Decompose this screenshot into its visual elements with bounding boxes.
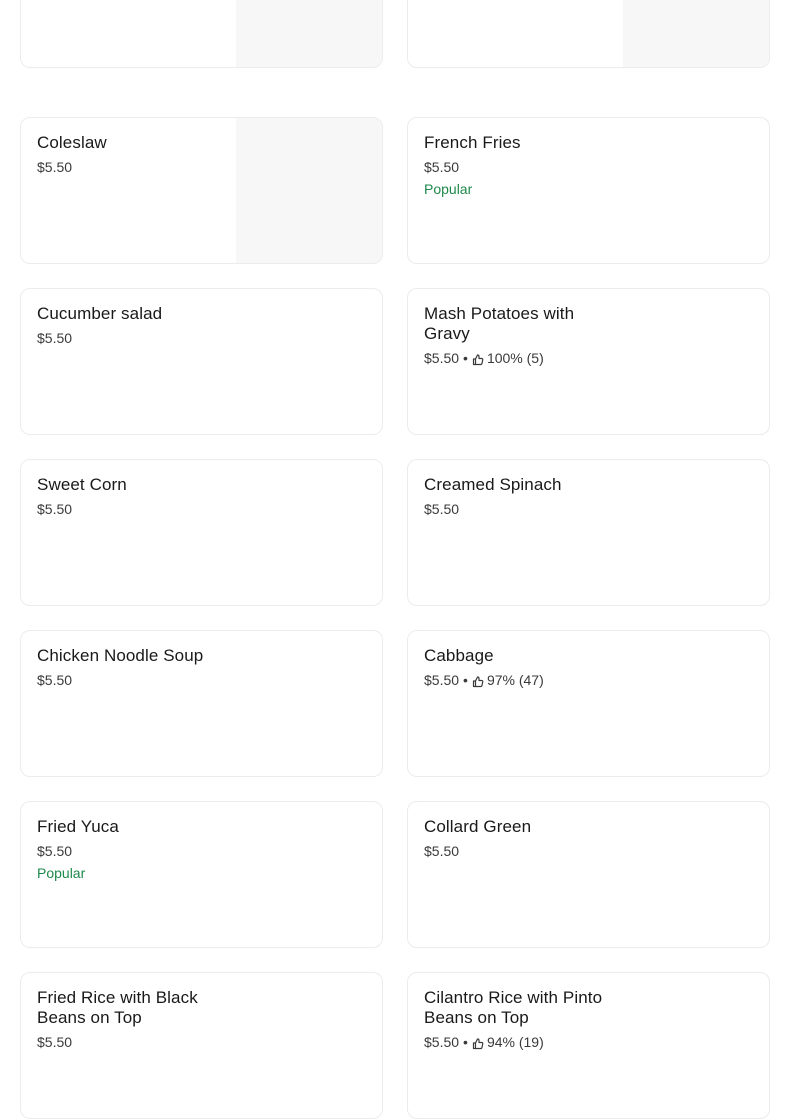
popular-badge: Popular (37, 865, 86, 881)
menu-item-card-creamed-spinach[interactable]: Creamed Spinach $5.50 (407, 459, 770, 606)
menu-item-card-french-fries[interactable]: French Fries $5.50 Popular (407, 117, 770, 264)
item-name: Coleslaw (37, 133, 107, 152)
item-info: Mash Potatoes with Gravy $5.50 • 100% (5) (424, 304, 614, 367)
item-price: $5.50 (424, 350, 460, 366)
item-meta: $5.50 (37, 1033, 227, 1051)
item-price: $5.50 (424, 501, 460, 517)
item-name: Cucumber salad (37, 304, 163, 323)
item-meta: $5.50 (37, 842, 227, 860)
menu-item-card-top-right[interactable]: $5.50 (407, 0, 770, 68)
menu-item-card-cabbage[interactable]: Cabbage $5.50 • 97% (47) (407, 630, 770, 777)
item-name: Creamed Spinach (424, 475, 562, 494)
item-name: Cilantro Rice with Pinto Beans on Top (424, 988, 603, 1027)
menu-item-card-coleslaw[interactable]: Coleslaw $5.50 (20, 117, 383, 264)
item-price: $5.50 (424, 672, 460, 688)
item-meta: $5.50 (424, 842, 614, 860)
item-price: $5.50 (37, 159, 73, 175)
item-rating: 94% (19) (486, 1034, 544, 1050)
item-price: $5.50 (424, 159, 460, 175)
menu-item-card-collard-green[interactable]: Collard Green $5.50 (407, 801, 770, 948)
item-meta: $5.50 (37, 329, 227, 347)
item-price: $5.50 (424, 843, 460, 859)
item-info: French Fries $5.50 Popular (424, 133, 614, 198)
item-image-placeholder (236, 0, 382, 67)
item-meta: $5.50 (37, 671, 227, 689)
item-name: Mash Potatoes with Gravy (424, 304, 575, 343)
meta-separator: • (463, 350, 468, 366)
item-info: Collard Green $5.50 (424, 817, 614, 860)
item-info: Cilantro Rice with Pinto Beans on Top $5.… (424, 988, 614, 1051)
item-image-placeholder (236, 118, 382, 263)
item-info: Cucumber salad $5.50 (37, 304, 227, 347)
thumbs-up-icon (472, 1036, 484, 1050)
menu-item-card-cucumber-salad[interactable]: Cucumber salad $5.50 (20, 288, 383, 435)
item-info: Coleslaw $5.50 (37, 133, 227, 176)
item-price: $5.50 (37, 501, 73, 517)
item-meta: $5.50 (424, 500, 614, 518)
item-price: $5.50 (424, 1034, 460, 1050)
thumbs-up-icon (472, 352, 484, 366)
item-name: French Fries (424, 133, 521, 152)
item-rating: 100% (5) (486, 350, 544, 366)
meta-separator: • (463, 672, 468, 688)
menu-item-card-fried-yuca[interactable]: Fried Yuca $5.50 Popular (20, 801, 383, 948)
item-meta: $5.50 (37, 158, 227, 176)
item-rating: 97% (47) (486, 672, 544, 688)
item-price: $5.50 (37, 1034, 73, 1050)
item-info: Fried Yuca $5.50 Popular (37, 817, 227, 882)
item-price: $5.50 (37, 330, 73, 346)
item-price: $5.50 (37, 843, 73, 859)
item-info: Sweet Corn $5.50 (37, 475, 227, 518)
item-name: Fried Yuca (37, 817, 119, 836)
item-name: Fried Rice with Black Beans on Top (37, 988, 198, 1027)
item-image-placeholder (623, 0, 769, 67)
item-meta: $5.50 • 97% (47) (424, 671, 614, 689)
item-meta: $5.50 (424, 158, 614, 176)
item-name: Sweet Corn (37, 475, 127, 494)
item-name: Cabbage (424, 646, 494, 665)
item-info: Creamed Spinach $5.50 (424, 475, 614, 518)
menu-item-card-chicken-noodle-soup[interactable]: Chicken Noodle Soup $5.50 (20, 630, 383, 777)
menu-item-card-top-left[interactable]: $5.50•80% (40) (20, 0, 383, 68)
item-meta: $5.50 • 100% (5) (424, 349, 614, 367)
menu-item-card-fried-rice-black-beans[interactable]: Fried Rice with Black Beans on Top $5.50 (20, 972, 383, 1119)
item-price: $5.50 (37, 672, 73, 688)
meta-separator: • (463, 1034, 468, 1050)
popular-badge: Popular (424, 181, 473, 197)
item-meta: $5.50 • 94% (19) (424, 1033, 614, 1051)
thumbs-up-icon (472, 674, 484, 688)
item-info: Chicken Noodle Soup $5.50 (37, 646, 227, 689)
item-info: Fried Rice with Black Beans on Top $5.50 (37, 988, 227, 1051)
item-meta: $5.50 (37, 500, 227, 518)
menu-item-card-cilantro-rice-pinto[interactable]: Cilantro Rice with Pinto Beans on Top $5.… (407, 972, 770, 1119)
item-info: Cabbage $5.50 • 97% (47) (424, 646, 614, 689)
menu-item-card-sweet-corn[interactable]: Sweet Corn $5.50 (20, 459, 383, 606)
menu-item-card-mash-potatoes[interactable]: Mash Potatoes with Gravy $5.50 • 100% (5) (407, 288, 770, 435)
item-name: Collard Green (424, 817, 532, 836)
item-name: Chicken Noodle Soup (37, 646, 204, 665)
